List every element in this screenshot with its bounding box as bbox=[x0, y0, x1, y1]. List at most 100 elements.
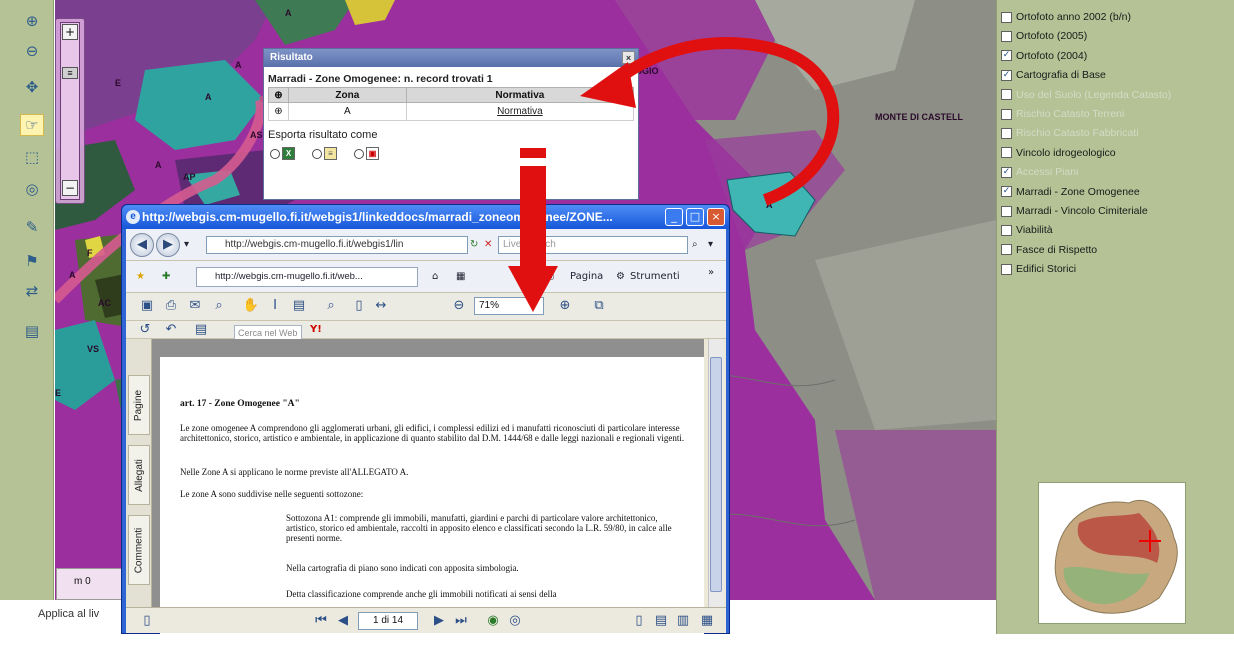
search-input[interactable]: Live Search bbox=[498, 236, 688, 254]
identify-icon[interactable]: ☞ bbox=[20, 114, 44, 136]
browser-tab[interactable]: http://webgis.cm-mugello.fi.it/web... bbox=[196, 267, 418, 287]
previous-view-icon[interactable]: ◉ bbox=[484, 612, 502, 630]
tab-comments[interactable]: Commenti bbox=[128, 515, 150, 585]
document-icon[interactable]: ▤ bbox=[192, 321, 210, 339]
continuous-icon[interactable]: ▤ bbox=[652, 612, 670, 630]
result-popup[interactable]: Risultato × Marradi - Zone Omogenee: n. … bbox=[263, 48, 639, 200]
next-view-icon[interactable]: ◎ bbox=[506, 612, 524, 630]
close-icon[interactable]: × bbox=[707, 208, 725, 226]
select-icon[interactable]: ⬚ bbox=[20, 146, 44, 168]
pages-menu-icon[interactable]: ⧉ bbox=[590, 297, 608, 315]
fit-width-icon[interactable]: ↔ bbox=[372, 297, 390, 315]
feeds-icon[interactable]: ▦ bbox=[456, 269, 465, 285]
layer-item[interactable]: ✓ Ortofoto (2004) bbox=[1001, 47, 1087, 65]
layer-item[interactable]: Ortofoto (2005) bbox=[1001, 27, 1087, 45]
export-option-excel[interactable]: X bbox=[270, 147, 295, 160]
next-page-icon[interactable]: ▶ bbox=[430, 612, 448, 630]
layer-item[interactable]: Rischio Catasto Terreni bbox=[1001, 105, 1124, 123]
home-icon[interactable]: ⌂ bbox=[432, 269, 438, 285]
pan-icon[interactable]: ✥ bbox=[20, 76, 44, 98]
layer-item[interactable]: Rischio Catasto Fabbricati bbox=[1001, 124, 1139, 142]
layer-item[interactable]: Edifici Storici bbox=[1001, 260, 1076, 278]
address-input[interactable]: http://webgis.cm-mugello.fi.it/webgis1/l… bbox=[206, 236, 468, 254]
export-excel-radio[interactable] bbox=[270, 148, 280, 159]
history-icon[interactable]: ↺ bbox=[136, 321, 154, 339]
result-popup-titlebar[interactable]: Risultato × bbox=[264, 49, 638, 67]
zoom-tool-icon[interactable]: ⌕ bbox=[322, 297, 340, 315]
layer-checkbox[interactable] bbox=[1001, 244, 1012, 256]
layer-item[interactable]: Viabilità bbox=[1001, 221, 1053, 239]
favorites-star-icon[interactable]: ★ bbox=[136, 269, 145, 285]
export-option-text[interactable]: ≡ bbox=[312, 147, 337, 160]
email-icon[interactable]: ✉ bbox=[186, 297, 204, 315]
single-page-icon[interactable]: ▯ bbox=[630, 612, 648, 630]
layer-checkbox[interactable] bbox=[1001, 30, 1012, 42]
measure-icon[interactable]: ✎ bbox=[20, 216, 44, 238]
zoom-to-feature-icon[interactable]: ⊕ bbox=[268, 102, 289, 121]
layer-checkbox[interactable] bbox=[1001, 263, 1012, 275]
layer-checkbox[interactable] bbox=[1001, 127, 1012, 139]
back-icon[interactable]: ◀ bbox=[130, 233, 154, 257]
snapshot-icon[interactable]: ▤ bbox=[290, 297, 308, 315]
more-chevron-icon[interactable]: » bbox=[708, 265, 714, 281]
yahoo-icon[interactable]: Y! bbox=[310, 322, 322, 338]
normativa-link[interactable]: Normativa bbox=[497, 106, 543, 117]
add-favorite-icon[interactable]: ✚ bbox=[162, 269, 170, 285]
zoom-level-input[interactable]: 71% bbox=[474, 297, 544, 315]
zoom-in-icon[interactable]: ⊕ bbox=[20, 10, 44, 32]
layer-checkbox[interactable] bbox=[1001, 89, 1012, 101]
route-icon[interactable]: ⚑ bbox=[20, 250, 44, 272]
layer-checkbox[interactable] bbox=[1001, 205, 1012, 217]
layer-item[interactable]: ✓ Marradi - Zone Omogenee bbox=[1001, 183, 1140, 201]
select-text-icon[interactable]: I bbox=[266, 297, 284, 315]
fit-page-icon[interactable]: ▯ bbox=[350, 297, 368, 315]
print-icon[interactable]: ⎙ bbox=[546, 269, 554, 285]
scrollbar-thumb[interactable] bbox=[710, 357, 722, 592]
minimize-icon[interactable]: _ bbox=[665, 208, 683, 226]
export-text-radio[interactable] bbox=[312, 148, 322, 159]
tab-attachments[interactable]: Allegati bbox=[128, 445, 150, 505]
layer-checkbox[interactable] bbox=[1001, 108, 1012, 120]
zoom-slider-handle[interactable]: ≡ bbox=[62, 67, 78, 79]
layer-checkbox[interactable]: ✓ bbox=[1001, 69, 1012, 81]
continuous-facing-icon[interactable]: ▦ bbox=[698, 612, 716, 630]
first-page-icon[interactable]: ⏮ bbox=[312, 612, 330, 630]
layer-item[interactable]: Ortofoto anno 2002 (b/n) bbox=[1001, 8, 1131, 26]
find-icon[interactable]: ⌕ bbox=[210, 297, 228, 315]
page-number-input[interactable]: 1 di 14 bbox=[358, 612, 418, 630]
layer-item[interactable]: ✓ Accessi Piani bbox=[1001, 163, 1078, 181]
previous-page-icon[interactable]: ◀ bbox=[334, 612, 352, 630]
layer-checkbox[interactable] bbox=[1001, 147, 1012, 159]
chevron-down-icon[interactable]: ▾ bbox=[708, 237, 713, 253]
layer-checkbox[interactable]: ✓ bbox=[1001, 166, 1012, 178]
browser-titlebar[interactable]: e http://webgis.cm-mugello.fi.it/webgis1… bbox=[122, 205, 729, 229]
export-option-pdf[interactable]: ▣ bbox=[354, 147, 379, 160]
export-pdf-radio[interactable] bbox=[354, 148, 364, 159]
zoom-slider-plus-button[interactable]: + bbox=[62, 24, 78, 40]
layer-item[interactable]: ✓ Cartografia di Base bbox=[1001, 66, 1106, 84]
tools-menu[interactable]: Strumenti bbox=[630, 269, 680, 285]
zoom-out-icon[interactable]: ⊖ bbox=[450, 297, 468, 315]
page-menu[interactable]: Pagina bbox=[570, 269, 603, 285]
hand-tool-icon[interactable]: ✋ bbox=[242, 297, 260, 315]
tools-icon[interactable]: ⚙ bbox=[616, 269, 625, 285]
maximize-icon[interactable]: □ bbox=[686, 208, 704, 226]
layer-item[interactable]: Fasce di Rispetto bbox=[1001, 241, 1097, 259]
undo-icon[interactable]: ↶ bbox=[162, 321, 180, 339]
tab-pages[interactable]: Pagine bbox=[128, 375, 150, 435]
layer-item[interactable]: Vincolo idrogeologico bbox=[1001, 144, 1116, 162]
forward-icon[interactable]: ▶ bbox=[156, 233, 180, 257]
save-icon[interactable]: ▣ bbox=[138, 297, 156, 315]
last-page-icon[interactable]: ⏭ bbox=[452, 612, 470, 630]
layer-item[interactable]: Marradi - Vincolo Cimiteriale bbox=[1001, 202, 1148, 220]
layer-checkbox[interactable]: ✓ bbox=[1001, 50, 1012, 62]
history-dropdown-icon[interactable]: ▾ bbox=[184, 237, 189, 253]
zoom-slider-minus-button[interactable]: − bbox=[62, 180, 78, 196]
layer-checkbox[interactable]: ✓ bbox=[1001, 186, 1012, 198]
print-icon[interactable]: ⎙ bbox=[162, 297, 180, 315]
overview-map[interactable] bbox=[1038, 482, 1186, 624]
facing-icon[interactable]: ▥ bbox=[674, 612, 692, 630]
browser-window[interactable]: e http://webgis.cm-mugello.fi.it/webgis1… bbox=[121, 204, 730, 657]
refresh-icon[interactable]: ↻ bbox=[470, 237, 478, 253]
layer-item[interactable]: Uso del Suolo (Legenda Catasto) bbox=[1001, 86, 1171, 104]
